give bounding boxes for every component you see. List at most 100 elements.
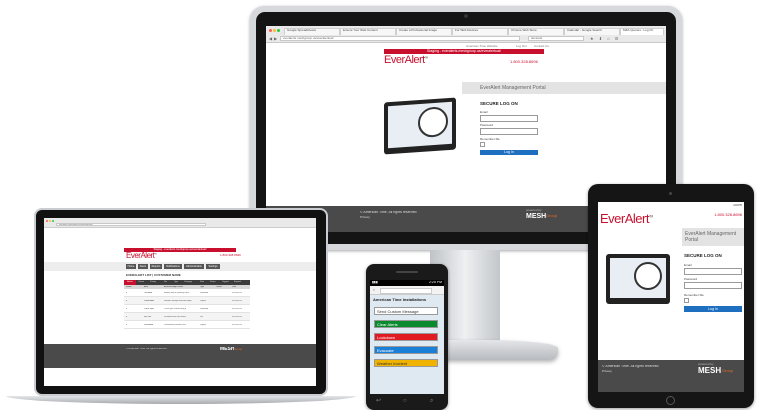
privacy-link[interactable]: Privacy xyxy=(602,370,612,373)
clock-image xyxy=(634,262,662,290)
phone-address-bar[interactable] xyxy=(380,288,432,294)
alert-detail: Clock sync failure wing B xyxy=(164,308,187,310)
email-field[interactable] xyxy=(480,115,538,122)
trademark-mark: TM xyxy=(424,56,428,60)
alert-name: Test Alert xyxy=(144,292,153,294)
alert-type: Standard xyxy=(200,292,209,294)
browser-tab[interactable]: Ensure Your Web Content xyxy=(340,28,396,35)
table-row[interactable]: ● Power Alert Network outage detected bldg… xyxy=(124,297,250,305)
home-nav-icon[interactable]: ○ xyxy=(403,398,407,404)
close-window-icon[interactable] xyxy=(269,29,272,32)
phone-number: 1.800.328.8696 xyxy=(220,254,241,257)
webcam-icon xyxy=(464,14,468,18)
column-header: Date xyxy=(232,286,237,288)
browser-tab[interactable]: Google Spreadsheets xyxy=(284,28,340,35)
maximize-window-icon[interactable] xyxy=(52,220,54,222)
home-button[interactable] xyxy=(666,396,675,405)
browser-tab-active[interactable]: M&S Queries - Log On xyxy=(620,28,664,35)
phone-number: 1.800.328.8696 xyxy=(714,213,742,217)
app-title: American Time Installations xyxy=(373,298,427,302)
back-nav-icon[interactable]: ↩ xyxy=(376,398,381,404)
alert-table: ● Test Alert Battery low on primary clock S… xyxy=(124,289,250,333)
nav-bar: Home Alerts Reports Notifications Admini… xyxy=(44,262,316,271)
alert-type: Standard xyxy=(200,308,209,310)
browser-tab[interactable]: Create a Professional Image xyxy=(396,28,452,35)
search-input[interactable]: devtools xyxy=(528,36,584,41)
password-field[interactable] xyxy=(480,128,538,135)
logo-text: EverAlert xyxy=(600,211,649,226)
nav-settings-button[interactable]: Settings xyxy=(206,264,220,269)
home-icon[interactable]: ⌂ xyxy=(373,288,375,292)
privacy-link[interactable]: Privacy xyxy=(360,216,370,219)
table-row[interactable]: ● Test Alert Battery low on primary clock S… xyxy=(124,289,250,297)
column-header: Status xyxy=(126,286,132,288)
email-field[interactable] xyxy=(684,268,742,275)
logo-text: EverAlert xyxy=(384,54,425,66)
alert-type: Urgent xyxy=(200,300,207,302)
laptop: everalerts.meshgroup.us/everalertuat/ St… xyxy=(34,208,328,396)
maximize-window-icon[interactable] xyxy=(277,29,280,32)
forward-arrow-icon[interactable]: ▶ xyxy=(274,36,277,41)
minimize-window-icon[interactable] xyxy=(49,220,51,222)
address-bar[interactable]: everalerts.meshgroup.us/everalertuat/ xyxy=(280,36,520,41)
login-button[interactable]: Log In xyxy=(480,150,538,155)
portal-title: EverAlert Management Portal xyxy=(462,82,666,94)
phone-browser-bar: ⌂ xyxy=(370,286,444,295)
product-tablet-image xyxy=(384,97,456,155)
status-icon: ● xyxy=(126,316,128,318)
alert-date: 01/06/2014 xyxy=(232,292,243,294)
page-footer: © American Time. All rights reserved. ME… xyxy=(44,344,316,368)
email-label: Email xyxy=(480,111,488,114)
browser-tab[interactable]: For Web Devices xyxy=(452,28,508,35)
secure-logon-heading: SECURE LOG ON xyxy=(480,102,518,106)
login-button[interactable]: Log In xyxy=(684,306,742,312)
password-field[interactable] xyxy=(684,282,742,289)
browser-tab[interactable]: Calendar - Google Search xyxy=(564,28,620,35)
logout-link[interactable]: Log Out xyxy=(516,45,527,48)
search-nav-icon[interactable]: ⌕ xyxy=(430,398,433,404)
minimize-window-icon[interactable] xyxy=(273,29,276,32)
mesh-logo: MESH xyxy=(526,213,547,220)
action-button[interactable]: Send Custom Message xyxy=(374,307,438,315)
column-header: Type xyxy=(200,286,205,288)
table-row[interactable]: ● Fire Drill Scheduled fire drill notice Dr… xyxy=(124,313,250,321)
remember-me-label: Remember Me xyxy=(480,138,500,141)
portal-title-bar: EverAlert Management Portal xyxy=(682,228,744,246)
copyright-text: © American Time. All rights reserved. xyxy=(602,365,660,368)
back-arrow-icon[interactable]: ◀ xyxy=(269,36,272,41)
column-header: Alert/Message Details xyxy=(164,286,184,288)
alert-detail: Scheduled fire drill notice xyxy=(164,316,187,318)
toolbar-icons[interactable]: ★ ⬇ ⌂ ☰ xyxy=(590,36,620,41)
copyright-text: © American Time. All rights reserved. xyxy=(360,211,418,214)
action-button[interactable]: Clear Alerts xyxy=(374,320,438,328)
action-button[interactable]: Weather Incident xyxy=(374,359,438,367)
remember-me-checkbox[interactable] xyxy=(684,298,689,303)
action-button[interactable]: Evacuate xyxy=(374,346,438,354)
action-button[interactable]: Lockdown xyxy=(374,333,438,341)
browser-tab[interactable]: Chrome Web Store xyxy=(508,28,564,35)
nav-alerts-button[interactable]: Alerts xyxy=(138,264,148,269)
table-row[interactable]: ● Clock Sync Clock sync failure wing B Stan… xyxy=(124,305,250,313)
nav-reports-button[interactable]: Reports xyxy=(150,264,162,269)
nav-administration-button[interactable]: Administration xyxy=(184,264,204,269)
remember-me-checkbox[interactable] xyxy=(480,142,485,147)
alert-name: Lockdown xyxy=(144,324,154,326)
copyright-text: © American Time. All rights reserved. xyxy=(126,348,168,350)
apple-logo-icon xyxy=(464,232,468,236)
alert-detail: Battery low on primary clock xyxy=(164,292,190,294)
nav-home-button[interactable]: Home xyxy=(126,264,136,269)
top-link[interactable]: American Time Website xyxy=(466,45,498,48)
nav-notifications-button[interactable]: Notifications xyxy=(164,264,182,269)
contact-link[interactable]: Contact Us xyxy=(534,45,549,48)
section-title: EVERALERT LIST | CUSTOMER NAME xyxy=(126,274,181,277)
status-icon: ● xyxy=(126,292,128,294)
phone-number: 1.800.328.8696 xyxy=(510,60,538,64)
address-bar[interactable]: everalerts.meshgroup.us/everalertuat/ xyxy=(56,223,206,226)
portal-title: EverAlert Management Portal xyxy=(685,231,737,243)
everalert-logo: EverAlertTM xyxy=(384,54,428,66)
status-icon: ● xyxy=(126,324,128,326)
page-footer: © American Time. All rights reserved. Pr… xyxy=(598,360,744,392)
battery-status: 100% xyxy=(733,204,742,207)
table-row[interactable]: ● Lockdown Lockdown procedure test Urgent 01… xyxy=(124,321,250,329)
close-window-icon[interactable] xyxy=(46,220,48,222)
